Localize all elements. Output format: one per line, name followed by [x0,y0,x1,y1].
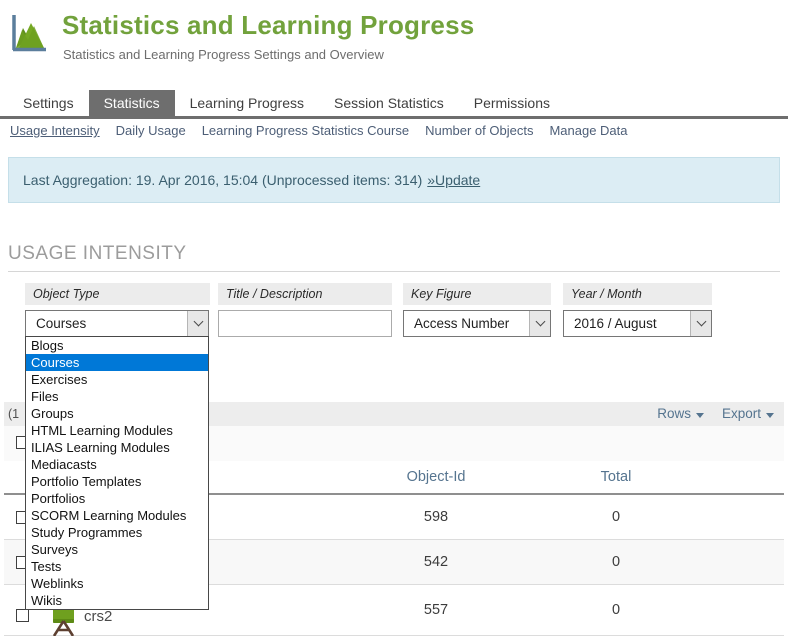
dropdown-option[interactable]: Mediacasts [26,456,208,473]
table-menus: Rows Export [657,402,774,426]
main-tabs: Settings Statistics Learning Progress Se… [0,90,788,119]
dropdown-option[interactable]: Weblinks [26,575,208,592]
tab-label: Session Statistics [334,95,444,111]
dropdown-option[interactable]: Courses [26,354,208,371]
statistics-page: Statistics and Learning Progress Statist… [0,0,788,638]
page-subtitle: Statistics and Learning Progress Setting… [63,47,384,62]
tab[interactable]: Settings [8,90,89,116]
dropdown-option[interactable]: Study Programmes [26,524,208,541]
subtab[interactable]: Learning Progress Statistics Course [202,123,409,138]
key-figure-value: Access Number [404,316,529,331]
tab[interactable]: Statistics [89,90,175,116]
title-description-input[interactable] [218,310,392,337]
dropdown-option[interactable]: SCORM Learning Modules [26,507,208,524]
dropdown-option[interactable]: Files [26,388,208,405]
sub-tabs: Usage Intensity Daily Usage Learning Pro… [10,123,628,138]
dropdown-option[interactable]: Portfolios [26,490,208,507]
object-type-select[interactable]: Courses [25,310,209,337]
area-chart-icon [10,13,48,55]
tab-label: Settings [23,95,74,111]
row-total: 0 [551,495,681,539]
last-aggregation-infobar: Last Aggregation: 19. Apr 2016, 15:04 (U… [8,157,780,203]
dropdown-option[interactable]: Tests [26,558,208,575]
dropdown-option[interactable]: HTML Learning Modules [26,422,208,439]
tab[interactable]: Learning Progress [175,90,319,116]
caret-down-icon [766,413,774,418]
subtab-label: Number of Objects [425,123,533,138]
export-menu-button[interactable]: Export [722,402,774,426]
subtab-label: Usage Intensity [10,123,100,138]
last-aggregation-text: Last Aggregation: 19. Apr 2016, 15:04 (U… [23,172,422,188]
update-link[interactable]: »Update [427,172,480,188]
subtab-label: Learning Progress Statistics Course [202,123,409,138]
object-type-value: Courses [26,316,187,331]
subtab[interactable]: Daily Usage [116,123,186,138]
subtab-label: Manage Data [549,123,627,138]
chevron-down-icon [529,311,550,336]
title-description-label: Title / Description [218,283,392,305]
row-object-id: 598 [336,495,536,539]
row-total: 0 [551,585,681,635]
object-type-label: Object Type [25,283,210,305]
dropdown-option[interactable]: Wikis [26,592,208,609]
dropdown-option[interactable]: Blogs [26,337,208,354]
tab[interactable]: Session Statistics [319,90,459,116]
subtab-label: Daily Usage [116,123,186,138]
section-heading: USAGE INTENSITY [8,243,187,265]
subtab[interactable]: Manage Data [549,123,627,138]
filter-divider [8,271,780,272]
column-header-total[interactable]: Total [551,461,681,493]
pagination-text: (1 [8,402,19,426]
object-type-dropdown-list: Blogs Courses Exercises Files Groups HTM… [25,336,209,610]
subtab[interactable]: Usage Intensity [10,123,100,138]
key-figure-select[interactable]: Access Number [403,310,551,337]
page-title: Statistics and Learning Progress [62,10,474,41]
column-header-object-id[interactable]: Object-Id [336,461,536,493]
key-figure-label: Key Figure [403,283,551,305]
chevron-down-icon [690,311,711,336]
tab[interactable]: Permissions [459,90,565,116]
row-object-id: 542 [336,540,536,584]
row-object-id: 557 [336,585,536,635]
chevron-down-icon [187,311,208,336]
rows-menu-button[interactable]: Rows [657,402,704,426]
year-month-select[interactable]: 2016 / August [563,310,712,337]
row-total: 0 [551,540,681,584]
dropdown-option[interactable]: Surveys [26,541,208,558]
subtab[interactable]: Number of Objects [425,123,533,138]
year-month-label: Year / Month [563,283,712,305]
year-month-value: 2016 / August [564,316,690,331]
tab-label: Statistics [104,95,160,111]
dropdown-option[interactable]: Groups [26,405,208,422]
dropdown-option[interactable]: ILIAS Learning Modules [26,439,208,456]
dropdown-option[interactable]: Portfolio Templates [26,473,208,490]
row-checkbox[interactable] [16,609,29,622]
tab-label: Learning Progress [190,95,304,111]
tab-label: Permissions [474,95,550,111]
dropdown-option[interactable]: Exercises [26,371,208,388]
caret-down-icon [696,413,704,418]
